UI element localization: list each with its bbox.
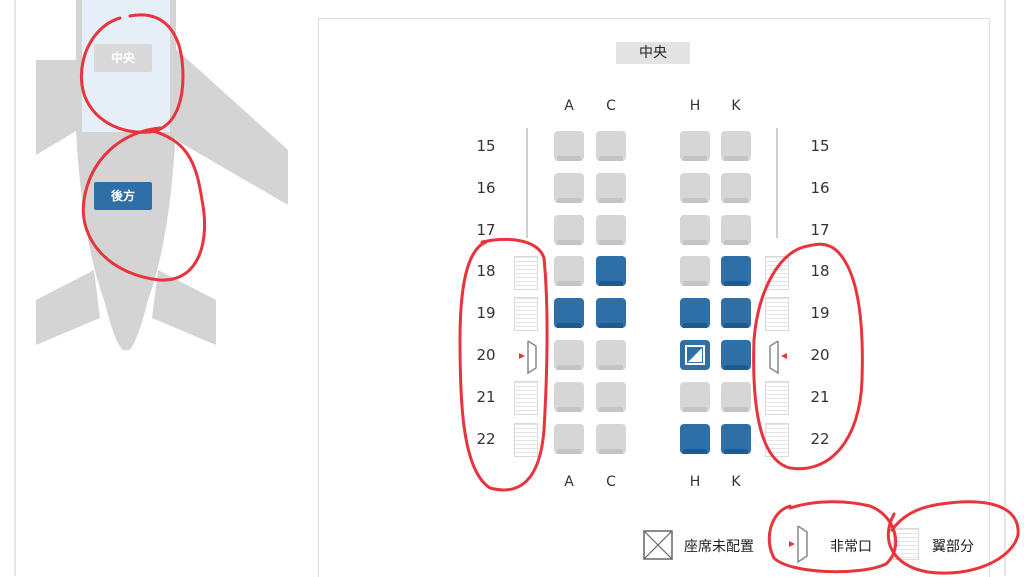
wing-section (765, 256, 789, 290)
column-label-bottom: K (731, 474, 741, 490)
no-seat-mark-icon (685, 345, 705, 365)
row-label-right: 22 (810, 430, 830, 448)
seat-16K (721, 173, 751, 203)
row-label-right: 21 (810, 388, 830, 406)
airplane-silhouette-icon (36, 0, 288, 351)
row-label-left: 15 (476, 137, 496, 155)
seat-15C (596, 131, 626, 161)
seat-15A (554, 131, 584, 161)
row-label-right: 16 (810, 179, 830, 197)
seat-19C[interactable] (596, 298, 626, 328)
seat-22C (596, 424, 626, 454)
seat-21H (680, 382, 710, 412)
seat-19A[interactable] (554, 298, 584, 328)
airplane-overview-map: 中央 後方 (36, 0, 288, 360)
row-label-left: 22 (476, 430, 496, 448)
row-label-left: 19 (476, 304, 496, 322)
row-label-left: 17 (476, 221, 496, 239)
legend-no-seat-label: 座席未配置 (684, 539, 754, 555)
emergency-exit-right-icon (769, 340, 787, 375)
zone-middle-button[interactable]: 中央 (94, 44, 152, 72)
row-label-right: 18 (810, 262, 830, 280)
seat-17H (680, 215, 710, 245)
no-seat-icon (643, 530, 673, 560)
fuselage-right-line (776, 128, 778, 238)
row-label-right: 17 (810, 221, 830, 239)
seat-18A (554, 256, 584, 286)
seat-21K (721, 382, 751, 412)
seat-19K[interactable] (721, 298, 751, 328)
row-label-right: 15 (810, 137, 830, 155)
row-label-right: 20 (810, 346, 830, 364)
row-label-left: 16 (476, 179, 496, 197)
seat-20H (680, 340, 710, 370)
column-label-bottom: H (689, 474, 701, 490)
seat-map-panel (318, 18, 990, 577)
seat-18C[interactable] (596, 256, 626, 286)
column-label-bottom: C (606, 474, 616, 490)
seat-21A (554, 382, 584, 412)
column-label-top: C (606, 98, 616, 114)
seat-15K (721, 131, 751, 161)
seat-15H (680, 131, 710, 161)
fuselage-left-line (526, 128, 528, 238)
row-label-left: 18 (476, 262, 496, 280)
column-label-top: A (564, 98, 574, 114)
column-label-top: H (689, 98, 701, 114)
wing-section (514, 256, 538, 290)
row-label-left: 20 (476, 346, 496, 364)
seat-17A (554, 215, 584, 245)
legend-wing-label: 翼部分 (932, 539, 974, 555)
row-label-right: 19 (810, 304, 830, 322)
wing-section (765, 423, 789, 457)
seat-17C (596, 215, 626, 245)
seat-22H[interactable] (680, 424, 710, 454)
seat-21C (596, 382, 626, 412)
seat-16H (680, 173, 710, 203)
column-label-top: K (731, 98, 741, 114)
right-border (1004, 0, 1006, 576)
seat-20C (596, 340, 626, 370)
seat-20K[interactable] (721, 340, 751, 370)
seat-20A (554, 340, 584, 370)
seat-19H[interactable] (680, 298, 710, 328)
wing-section (514, 381, 538, 415)
column-label-bottom: A (564, 474, 574, 490)
zone-rear-button[interactable]: 後方 (94, 182, 152, 210)
wing-section (765, 297, 789, 331)
seat-16C (596, 173, 626, 203)
section-label: 中央 (616, 42, 690, 64)
left-border (14, 0, 16, 576)
seat-22A (554, 424, 584, 454)
emergency-exit-left-icon (519, 340, 537, 375)
wing-section (514, 297, 538, 331)
legend-exit-label: 非常口 (830, 539, 872, 555)
seat-22K[interactable] (721, 424, 751, 454)
seat-18H (680, 256, 710, 286)
wing-section (514, 423, 538, 457)
seat-16A (554, 173, 584, 203)
seat-18K[interactable] (721, 256, 751, 286)
wing-legend-icon (893, 528, 919, 560)
seat-17K (721, 215, 751, 245)
row-label-left: 21 (476, 388, 496, 406)
emergency-exit-legend-icon (789, 525, 808, 564)
wing-section (765, 381, 789, 415)
